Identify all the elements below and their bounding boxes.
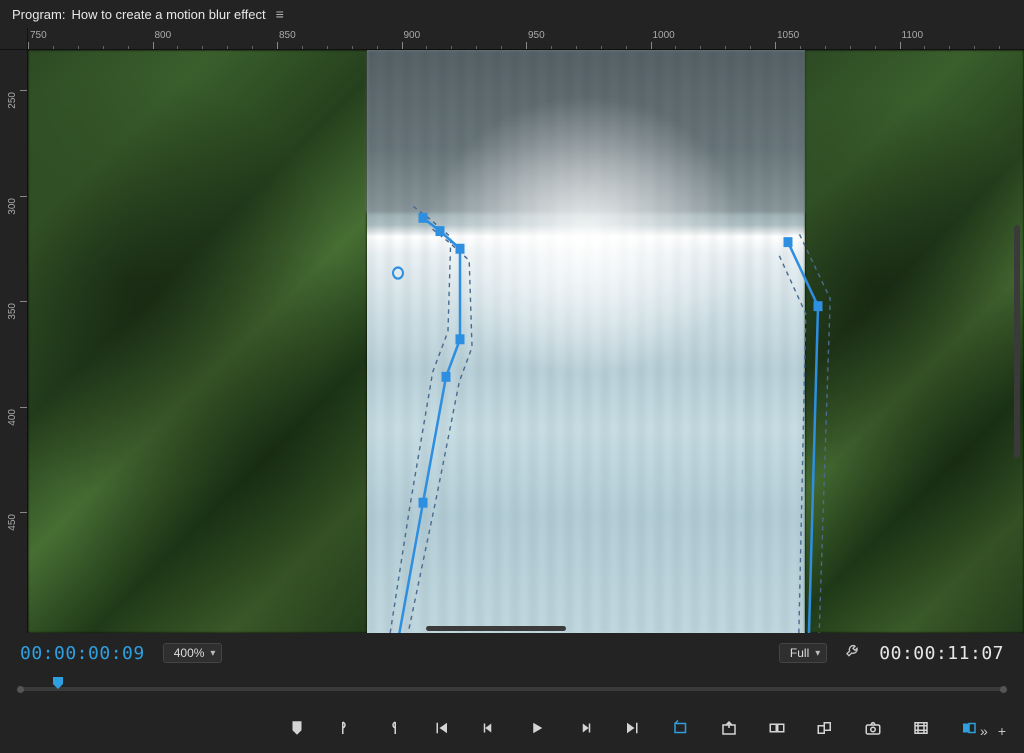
vertical-ruler[interactable]: 250300350400450: [0, 50, 28, 633]
horizontal-ruler[interactable]: 7508008509009501000105011001150: [28, 28, 1024, 50]
viewport-area: 7508008509009501000105011001150 25030035…: [0, 28, 1024, 633]
viewport-horizontal-scrollbar[interactable]: [426, 626, 565, 631]
status-bar: 00:00:00:09 400% ▾ Full ▾ 00:00:11:07: [0, 633, 1024, 673]
zoom-value: 400%: [174, 646, 205, 660]
image-region-right: [805, 50, 1024, 633]
overwrite-button[interactable]: [812, 715, 838, 741]
camera-button[interactable]: [860, 715, 886, 741]
image-region-waterfall: [367, 50, 805, 633]
settings-icon[interactable]: [845, 643, 861, 664]
panel-menu-icon[interactable]: ≡: [276, 6, 284, 22]
lift-button[interactable]: [668, 715, 694, 741]
button-overflow-icon[interactable]: »: [980, 723, 988, 739]
mini-timeline-start-handle[interactable]: [17, 686, 24, 693]
mini-timeline[interactable]: [0, 673, 1024, 703]
ruler-corner: [0, 28, 28, 50]
go-to-out-button[interactable]: [620, 715, 646, 741]
resolution-value: Full: [790, 646, 809, 660]
program-viewport[interactable]: [28, 50, 1024, 633]
step-back-button[interactable]: [476, 715, 502, 741]
insert-button[interactable]: [764, 715, 790, 741]
title-bar: Program: How to create a motion blur eff…: [0, 0, 1024, 28]
mark-in-button[interactable]: [284, 715, 310, 741]
chevron-down-icon: ▾: [210, 648, 215, 659]
step-forward-button[interactable]: [572, 715, 598, 741]
transport-toolbar: » +: [0, 703, 1024, 753]
playhead[interactable]: [52, 677, 64, 691]
program-title: How to create a motion blur effect: [71, 7, 265, 22]
play-button[interactable]: [524, 715, 550, 741]
resolution-select[interactable]: Full ▾: [779, 643, 827, 663]
mark-out-open-button[interactable]: [332, 715, 358, 741]
mini-timeline-end-handle[interactable]: [1000, 686, 1007, 693]
mark-out-close-button[interactable]: [380, 715, 406, 741]
mini-timeline-track[interactable]: [20, 687, 1004, 691]
go-to-in-button[interactable]: [428, 715, 454, 741]
filmstrip-button[interactable]: [908, 715, 934, 741]
timecode-out: 00:00:11:07: [879, 643, 1004, 664]
chevron-down-icon: ▾: [815, 648, 820, 659]
video-frame: [28, 50, 1024, 633]
comparison-view-button[interactable]: [956, 715, 982, 741]
export-frame-button[interactable]: [716, 715, 742, 741]
zoom-select[interactable]: 400% ▾: [163, 643, 223, 663]
program-prefix: Program:: [12, 7, 65, 22]
add-button-icon[interactable]: +: [998, 723, 1006, 739]
image-region-left: [28, 50, 367, 633]
timecode-in[interactable]: 00:00:00:09: [20, 643, 145, 664]
viewport-vertical-scrollbar[interactable]: [1014, 225, 1020, 458]
